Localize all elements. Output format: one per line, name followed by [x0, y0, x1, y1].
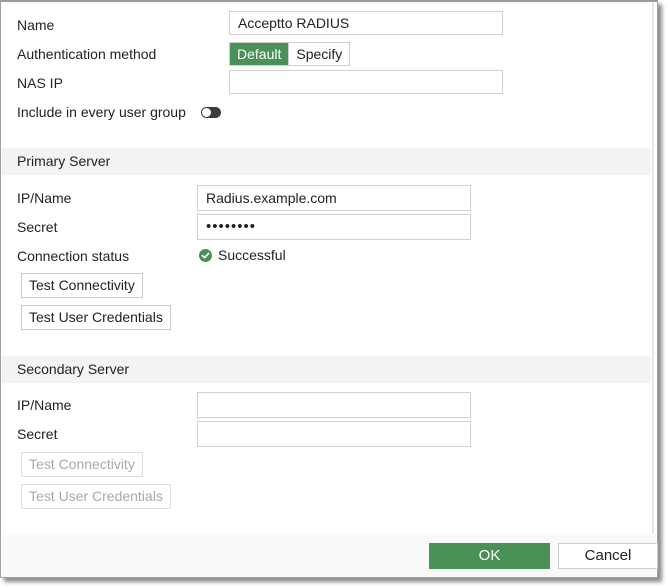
dialog-footer: OK Cancel	[2, 535, 658, 577]
secondary-server-title: Secondary Server	[17, 361, 130, 377]
secondary-secret-input[interactable]	[197, 421, 471, 447]
nas-ip-label: NAS IP	[17, 75, 63, 91]
secondary-ip-label: IP/Name	[17, 397, 72, 413]
secondary-ip-input[interactable]	[197, 392, 471, 418]
include-user-group-label: Include in every user group	[17, 104, 186, 120]
secondary-secret-label: Secret	[17, 426, 58, 442]
name-input[interactable]: Acceptto RADIUS	[229, 11, 503, 35]
primary-test-connectivity-button[interactable]: Test Connectivity	[21, 273, 143, 298]
secondary-test-credentials-button[interactable]: Test User Credentials	[21, 484, 171, 509]
primary-test-credentials-button[interactable]: Test User Credentials	[21, 305, 171, 330]
auth-method-toggle: Default Specify	[229, 42, 351, 66]
primary-secret-input[interactable]: ••••••••	[197, 214, 471, 240]
connection-status-value: Successful	[218, 247, 286, 263]
toggle-knob	[202, 108, 211, 117]
include-user-group-toggle[interactable]	[201, 107, 221, 118]
name-label: Name	[17, 17, 55, 33]
cancel-button[interactable]: Cancel	[558, 543, 658, 569]
nas-ip-input[interactable]	[229, 70, 503, 94]
auth-method-default-button[interactable]: Default	[230, 43, 289, 65]
connection-status-label: Connection status	[17, 248, 130, 264]
primary-server-title: Primary Server	[17, 153, 111, 169]
radius-server-dialog: Name Acceptto RADIUS Authentication meth…	[0, 0, 658, 578]
auth-method-label: Authentication method	[17, 46, 157, 62]
ok-button[interactable]: OK	[429, 543, 550, 569]
primary-secret-label: Secret	[17, 219, 58, 235]
primary-ip-input[interactable]: Radius.example.com	[197, 185, 471, 211]
secondary-server-header: Secondary Server	[2, 356, 651, 383]
primary-ip-label: IP/Name	[17, 190, 72, 206]
scrollbar-track[interactable]	[652, 2, 654, 534]
check-circle-icon	[199, 248, 212, 262]
auth-method-specify-button[interactable]: Specify	[288, 43, 350, 65]
connection-status: Successful	[199, 243, 286, 267]
primary-server-header: Primary Server	[2, 148, 651, 175]
secondary-test-connectivity-button[interactable]: Test Connectivity	[21, 452, 143, 477]
